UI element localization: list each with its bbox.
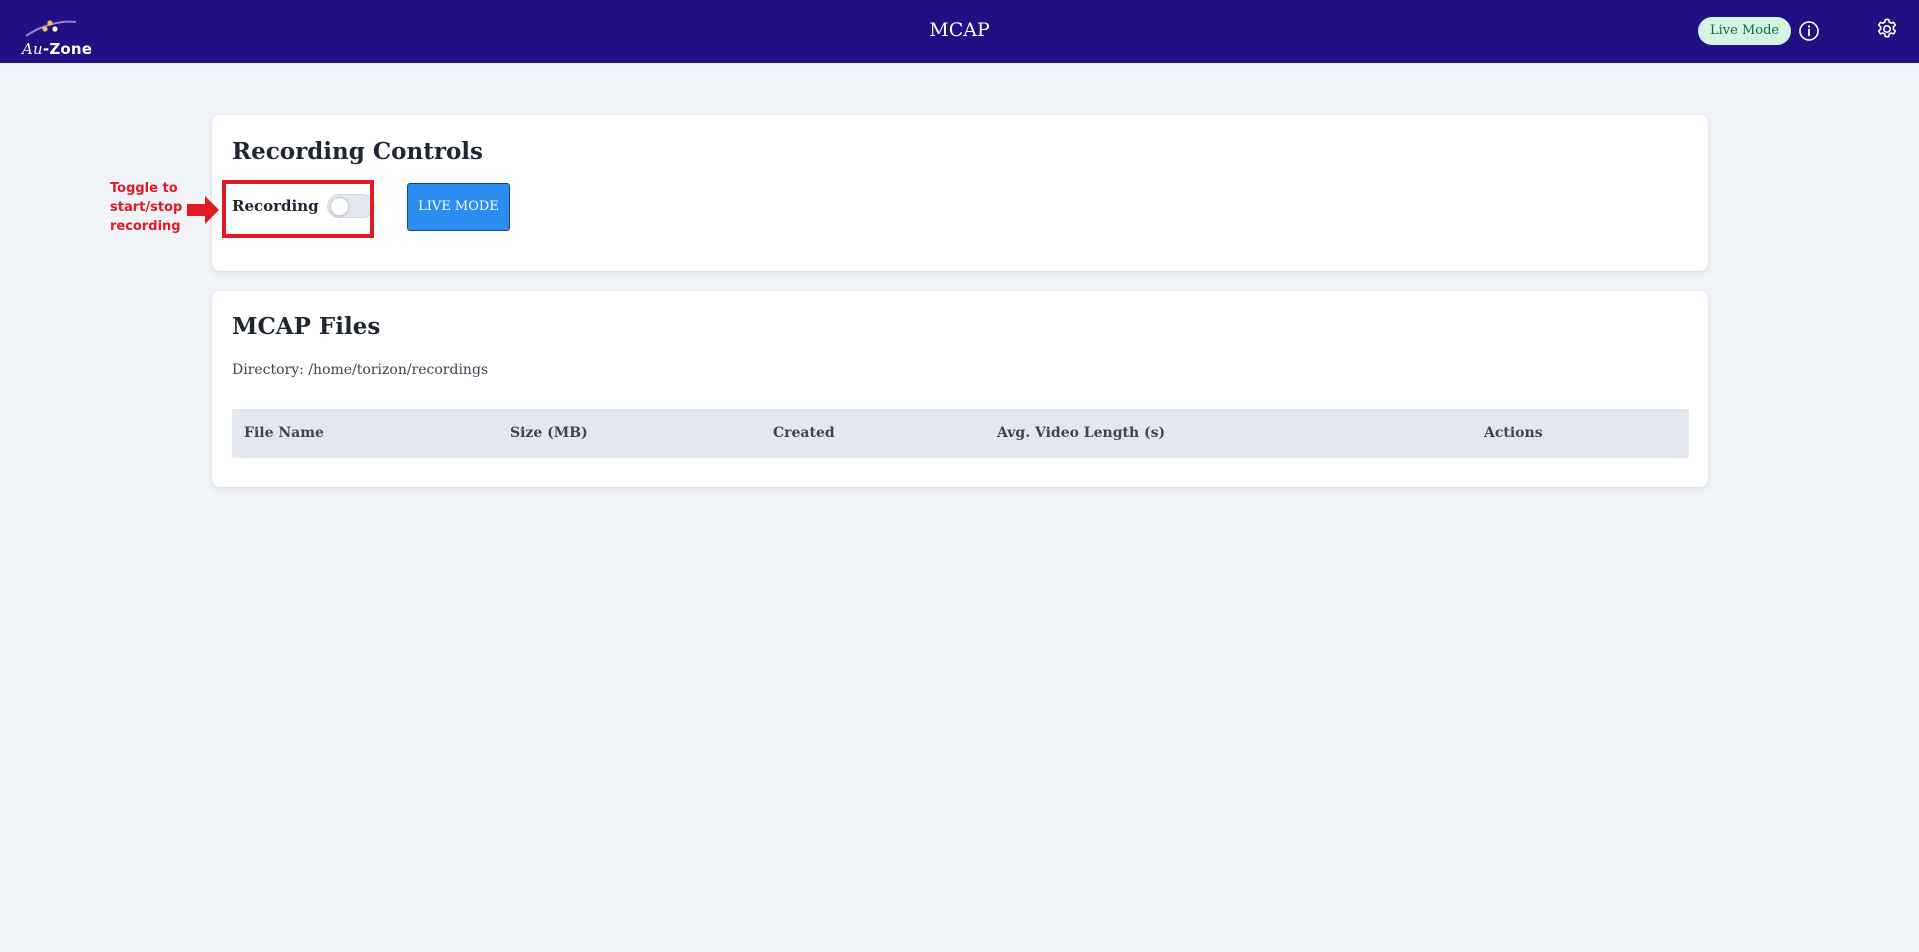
column-header-actions: Actions (1484, 425, 1543, 441)
live-mode-badge: Live Mode (1698, 17, 1792, 45)
recording-controls-title: Recording Controls (232, 138, 483, 165)
gear-icon[interactable] (1875, 17, 1899, 41)
annotation-line: start/stop (110, 200, 183, 215)
directory-path: Directory: /home/torizon/recordings (232, 362, 489, 378)
logo-suffix: -Zone (42, 40, 93, 58)
live-mode-button[interactable]: LIVE MODE (407, 183, 510, 231)
page-title: MCAP (929, 19, 990, 41)
logo-wordmark: Au-Zone (22, 40, 92, 58)
annotation-line: recording (110, 219, 181, 234)
column-header-created[interactable]: Created (773, 409, 835, 458)
annotation-callout: Toggle to start/stop recording (110, 179, 190, 236)
annotation-highlight-box (222, 180, 374, 238)
top-navbar: Au-Zone MCAP Live Mode (0, 0, 1919, 63)
mcap-files-card: MCAP Files Directory: /home/torizon/reco… (212, 291, 1708, 487)
au-zone-logo[interactable]: Au-Zone (20, 16, 96, 58)
logo-prefix: Au (22, 40, 43, 58)
files-table-header: File Name Size (MB) Created Avg. Video L… (232, 409, 1689, 458)
column-header-size[interactable]: Size (MB) (510, 409, 588, 458)
recording-controls-card: Recording Controls Recording LIVE MODE (212, 115, 1708, 271)
mcap-files-title: MCAP Files (232, 313, 381, 340)
annotation-arrow-icon (187, 196, 219, 224)
info-icon[interactable] (1798, 20, 1820, 42)
annotation-line: Toggle to (110, 181, 178, 196)
logo-mark-icon (25, 20, 77, 37)
column-header-file-name[interactable]: File Name (244, 409, 324, 458)
column-header-avg-video-length[interactable]: Avg. Video Length (s) (997, 409, 1165, 458)
